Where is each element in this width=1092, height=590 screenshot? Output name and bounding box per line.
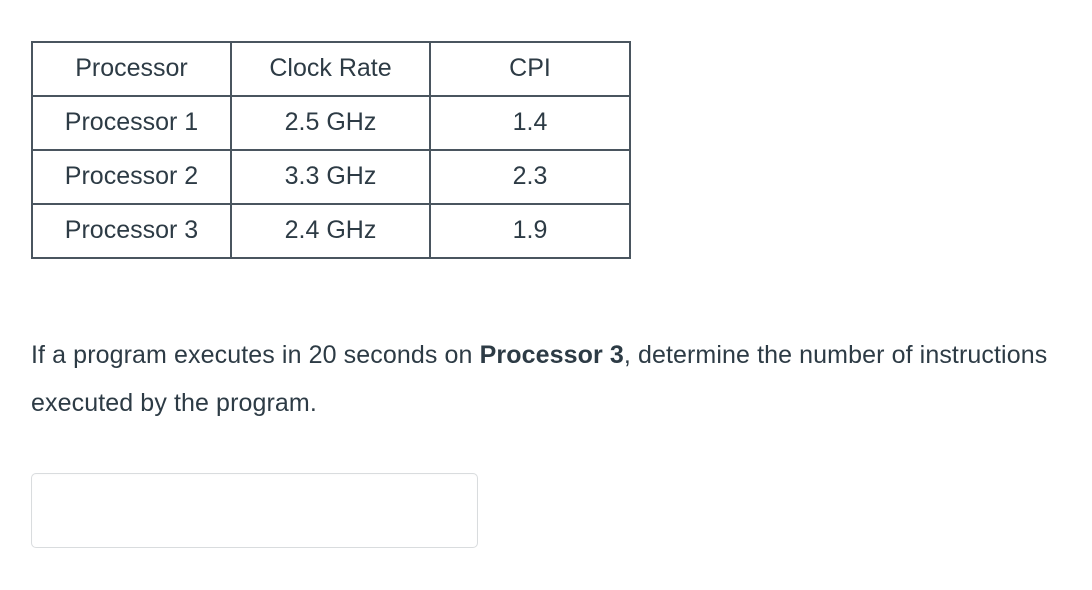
cell-cpi: 1.4	[429, 95, 631, 151]
cell-processor: Processor 3	[31, 203, 232, 259]
question-page: Processor Clock Rate CPI Processor 1 2.5…	[0, 0, 1092, 590]
cell-clock-rate: 2.5 GHz	[230, 95, 431, 151]
table-header-clock-rate: Clock Rate	[230, 41, 431, 97]
table-header-cpi: CPI	[429, 41, 631, 97]
cell-cpi: 2.3	[429, 149, 631, 205]
processor-spec-table: Processor Clock Rate CPI Processor 1 2.5…	[31, 41, 631, 259]
cell-clock-rate: 3.3 GHz	[230, 149, 431, 205]
question-text-before: If a program executes in 20 seconds on	[31, 341, 480, 369]
question-prompt: If a program executes in 20 seconds on P…	[31, 331, 1086, 427]
table-header-row: Processor Clock Rate CPI	[31, 41, 631, 97]
question-emphasis-processor: Processor 3	[479, 341, 624, 369]
table-row: Processor 3 2.4 GHz 1.9	[31, 203, 631, 259]
table-row: Processor 1 2.5 GHz 1.4	[31, 95, 631, 151]
cell-processor: Processor 2	[31, 149, 232, 205]
cell-cpi: 1.9	[429, 203, 631, 259]
table-row: Processor 2 3.3 GHz 2.3	[31, 149, 631, 205]
cell-clock-rate: 2.4 GHz	[230, 203, 431, 259]
cell-processor: Processor 1	[31, 95, 232, 151]
table-header-processor: Processor	[31, 41, 232, 97]
answer-input[interactable]	[31, 473, 478, 548]
